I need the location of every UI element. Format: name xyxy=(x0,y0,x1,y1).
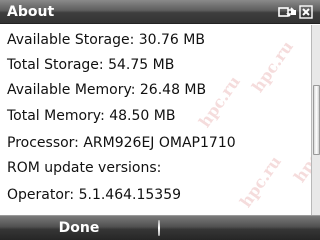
close-icon[interactable] xyxy=(298,4,314,20)
available-memory-text: Available Memory: 26.48 MB xyxy=(7,82,207,98)
done-button[interactable]: Done xyxy=(0,216,158,240)
watermark: hpc.ru xyxy=(248,37,297,96)
title-bar: About xyxy=(0,0,320,24)
vertical-scrollbar[interactable] xyxy=(311,25,320,215)
scroll-thumb[interactable] xyxy=(313,85,320,155)
softkey-bar: Done xyxy=(0,215,320,240)
watermark: hpc.ru xyxy=(290,127,311,186)
watermark: hpc.ru xyxy=(236,152,285,211)
total-memory-text: Total Memory: 48.50 MB xyxy=(7,108,176,124)
page-title: About xyxy=(7,4,55,20)
operator-text: Operator: 5.1.464.15359 xyxy=(7,187,182,203)
processor-text: Processor: ARM926EJ OMAP1710 xyxy=(7,135,236,151)
rom-update-text: ROM update versions: xyxy=(7,160,162,176)
total-storage-text: Total Storage: 54.75 MB xyxy=(7,57,175,73)
sync-icon[interactable] xyxy=(276,4,298,20)
softkey-divider xyxy=(158,220,160,236)
status-icons xyxy=(276,3,314,21)
available-storage-text: Available Storage: 30.76 MB xyxy=(7,32,205,48)
about-content: hpc.ru hpc.ru hpc.ru hpc.ru Available St… xyxy=(0,25,311,215)
